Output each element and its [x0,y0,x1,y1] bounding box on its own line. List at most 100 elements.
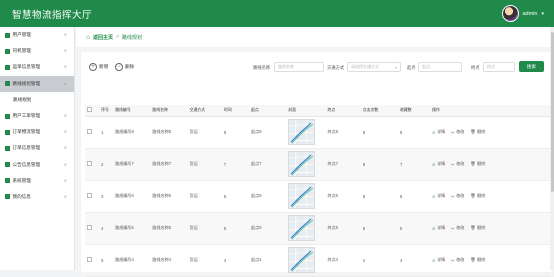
row-checkbox[interactable] [87,257,92,262]
delete-row-button-label: 删除 [477,193,486,198]
edit-button-label: 修改 [456,257,465,262]
row-select-cell[interactable] [85,180,100,213]
edit-button[interactable]: ✂ 修改 [451,129,464,135]
scrollbar-thumb[interactable] [550,32,554,192]
route-map-thumbnail[interactable] [288,247,316,273]
cell-code: 路线编号8 [113,116,151,149]
cell-name: 路线名称4 [150,244,188,277]
table-row[interactable]: 2 路线编号7 路线名称7 货运 7 起点7 终点7 9 7 ⊙ 详情 ✂ 修改 🗑 删除 [85,148,551,181]
chevron-down-icon: ∨ [63,177,67,183]
sidebar-item[interactable]: 运单信息管理 ∨ [0,59,74,75]
route-map-thumbnail[interactable] [288,119,316,145]
cell-index: 3 [99,180,114,213]
view-detail-button[interactable]: ⊙ 详情 [432,257,445,263]
cell-index: 4 [99,212,114,245]
view-detail-button-label: 详情 [437,193,446,198]
app-title: 智慧物流指挥大厅 [12,9,93,21]
delete-row-button[interactable]: 🗑 删除 [470,225,485,231]
add-button[interactable]: + 新增 [89,63,108,71]
add-button-label: 新增 [99,64,109,69]
sidebar-item[interactable]: 订单物流管理 ∨ [0,124,74,140]
start-filter-input[interactable]: 起点 [418,62,462,72]
user-menu[interactable]: admin ▾ [501,5,544,22]
sidebar-item[interactable]: 系统管理 ∨ [0,173,74,189]
delete-row-button[interactable]: 🗑 删除 [470,257,485,263]
transport-filter-select[interactable]: 请选择交通方式 ▾ [347,62,401,72]
top-bar: 智慧物流指挥大厅 admin ▾ [0,0,554,27]
table-row[interactable]: 3 路线编号6 路线名称6 货运 6 起点6 终点6 6 6 ⊙ 详情 ✂ 修改 🗑 删除 [85,180,551,213]
sidebar-item-label: 路线规划管理 [12,80,41,86]
delete-row-button-label: 删除 [477,257,486,262]
route-name-filter-label: 路线名称 [253,65,271,70]
row-actions: ⊙ 详情 ✂ 修改 🗑 删除 [432,257,551,263]
select-all-checkbox[interactable] [87,107,92,113]
edit-button[interactable]: ✂ 修改 [451,257,464,263]
cell-time: 8 [221,116,250,149]
profile-icon [5,194,10,200]
route-map-thumbnail[interactable] [288,215,316,241]
sidebar-item[interactable]: 公告信息管理 ∨ [0,157,74,173]
edit-button[interactable]: ✂ 修改 [451,225,464,231]
edit-button[interactable]: ✂ 修改 [451,193,464,199]
view-detail-button[interactable]: ⊙ 详情 [432,193,445,199]
sidebar-item[interactable]: 我的信息 ∨ [0,189,74,205]
view-detail-button[interactable]: ⊙ 详情 [432,225,445,231]
route-map-thumbnail[interactable] [288,151,316,177]
sidebar-item[interactable]: 司机管理 ∨ [0,43,74,59]
view-detail-button[interactable]: ⊙ 详情 [432,161,445,167]
sidebar-item[interactable]: 用户管理 ∨ [0,27,74,43]
delete-button[interactable]: − 删除 [115,63,134,71]
driver-icon [5,48,10,54]
row-select-cell[interactable] [85,212,100,245]
delete-row-button[interactable]: 🗑 删除 [470,161,485,167]
row-select-cell[interactable] [85,116,100,149]
sidebar-subitem[interactable]: 路线规划 [0,91,74,108]
row-select-cell[interactable] [85,244,100,277]
search-button[interactable]: 搜索 [519,61,544,72]
delete-row-button[interactable]: 🗑 删除 [470,193,485,199]
eye-icon: ⊙ [432,161,436,167]
table-row[interactable]: 4 路线编号5 路线名称5 货运 5 起点5 终点5 5 5 ⊙ 详情 ✂ 修改 🗑 删除 [85,212,551,245]
sidebar-item-label: 用户工单管理 [12,113,41,119]
table-row[interactable]: 1 路线编号8 路线名称8 货运 8 起点8 终点8 9 8 ⊙ 详情 ✂ 修改 🗑 删除 [85,116,551,149]
delete-row-button[interactable]: 🗑 删除 [470,129,485,135]
avatar[interactable] [501,5,519,22]
row-checkbox[interactable] [87,193,92,198]
sidebar-item[interactable]: 用户工单管理 ∨ [0,108,74,124]
route-name-filter-input[interactable]: 路线名称 [274,62,324,72]
chevron-down-icon[interactable]: ▾ [541,11,544,17]
row-actions: ⊙ 详情 ✂ 修改 🗑 删除 [432,129,551,135]
column-header: 交通方式 [187,105,222,117]
edit-button-label: 修改 [456,161,465,166]
row-checkbox[interactable] [87,161,92,166]
row-select-cell[interactable] [85,148,100,181]
row-checkbox[interactable] [87,225,92,230]
select-all-header[interactable] [85,105,100,117]
eye-icon: ⊙ [432,257,436,263]
cell-index: 2 [99,148,114,181]
view-detail-button[interactable]: ⊙ 详情 [432,129,445,135]
column-header: 终点 [325,105,361,117]
sidebar-item[interactable]: 订单信息管理 ∨ [0,140,74,156]
delete-row-button-label: 删除 [477,161,486,166]
sidebar-item[interactable]: 路线规划管理 ∧ [0,75,74,92]
chevron-down-icon: ▾ [394,64,397,70]
table-row[interactable]: 5 路线编号4 路线名称4 货运 4 起点4 终点4 4 4 ⊙ 详情 ✂ 修改 🗑 删除 [85,244,551,277]
column-header: 操作 [430,105,551,117]
row-checkbox[interactable] [87,129,92,134]
row-actions: ⊙ 详情 ✂ 修改 🗑 删除 [432,193,551,199]
cell-time: 5 [221,212,250,245]
breadcrumb-home-link[interactable]: 返回主页 [93,34,113,41]
route-map-thumbnail[interactable] [288,183,316,209]
user-name[interactable]: admin [523,11,538,17]
home-icon[interactable]: ⌂ [86,34,90,41]
sidebar-item-label: 运单信息管理 [12,64,41,70]
edit-button[interactable]: ✂ 修改 [451,161,464,167]
edit-button-label: 修改 [456,129,465,134]
end-filter-input[interactable]: 终点 [483,62,515,72]
scissors-icon: ✂ [451,257,455,263]
cell-name: 路线名称8 [150,116,188,149]
page-scrollbar[interactable] [550,27,554,270]
cell-start: 起点6 [249,180,287,213]
view-detail-button-label: 详情 [437,161,446,166]
